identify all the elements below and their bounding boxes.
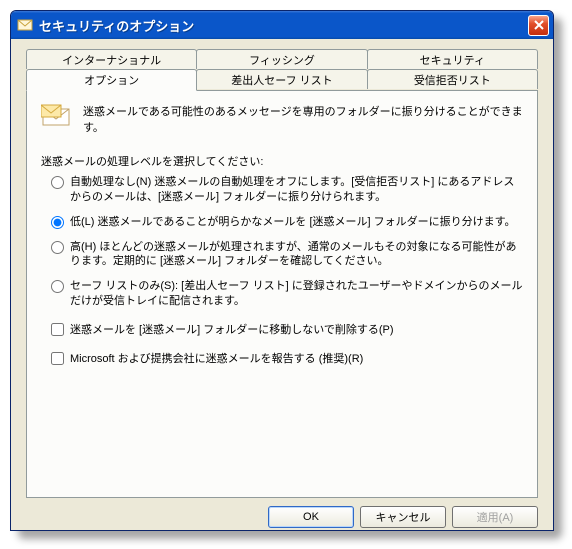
radio-none[interactable]: 自動処理なし(N) 迷惑メールの自動処理をオフにします。[受信拒否リスト] にあ…: [51, 175, 523, 205]
radio-low-label: 低(L) 迷惑メールであることが明らかなメールを [迷惑メール] フォルダーに振…: [70, 215, 523, 230]
tab-options[interactable]: オプション: [26, 69, 197, 91]
radio-high-input[interactable]: [51, 241, 64, 254]
tab-phishing[interactable]: フィッシング: [196, 49, 367, 69]
radio-none-label: 自動処理なし(N) 迷惑メールの自動処理をオフにします。[受信拒否リスト] にあ…: [70, 175, 523, 205]
button-row: OK キャンセル 適用(A): [26, 506, 538, 528]
tab-international[interactable]: インターナショナル: [26, 49, 197, 69]
radio-low[interactable]: 低(L) 迷惑メールであることが明らかなメールを [迷惑メール] フォルダーに振…: [51, 215, 523, 230]
apply-button[interactable]: 適用(A): [452, 506, 538, 528]
radio-high-label: 高(H) ほとんどの迷惑メールが処理されますが、通常のメールもその対象になる可能…: [70, 240, 523, 270]
window-title: セキュリティのオプション: [39, 16, 528, 35]
cancel-button[interactable]: キャンセル: [360, 506, 446, 528]
check-report[interactable]: Microsoft および提携会社に迷惑メールを報告する (推奨)(R): [51, 352, 523, 367]
ok-button[interactable]: OK: [268, 506, 354, 528]
check-report-input[interactable]: [51, 352, 64, 365]
radio-high[interactable]: 高(H) ほとんどの迷惑メールが処理されますが、通常のメールもその対象になる可能…: [51, 240, 523, 270]
client-area: インターナショナル フィッシング セキュリティ オプション 差出人セーフ リスト…: [14, 39, 550, 527]
level-label: 迷惑メールの処理レベルを選択してください:: [41, 153, 523, 169]
close-icon: [534, 20, 544, 30]
intro-row: 迷惑メールである可能性のあるメッセージを専用のフォルダーに振り分けることができま…: [41, 103, 523, 135]
check-report-label: Microsoft および提携会社に迷惑メールを報告する (推奨)(R): [70, 352, 363, 367]
titlebar[interactable]: セキュリティのオプション: [11, 11, 553, 39]
radio-low-input[interactable]: [51, 216, 64, 229]
radio-safelist-label: セーフ リストのみ(S): [差出人セーフ リスト] に登録されたユーザーやドメ…: [70, 279, 523, 309]
dialog-window: セキュリティのオプション インターナショナル フィッシング セキュリティ オプシ…: [10, 10, 554, 531]
radio-group-level: 自動処理なし(N) 迷惑メールの自動処理をオフにします。[受信拒否リスト] にあ…: [51, 175, 523, 309]
mail-icon: [41, 103, 73, 129]
intro-text: 迷惑メールである可能性のあるメッセージを専用のフォルダーに振り分けることができま…: [83, 103, 523, 135]
check-delete-label: 迷惑メールを [迷惑メール] フォルダーに移動しないで削除する(P): [70, 323, 394, 338]
app-icon: [17, 17, 33, 33]
radio-none-input[interactable]: [51, 176, 64, 189]
tabs-row-1: インターナショナル フィッシング セキュリティ: [26, 49, 538, 69]
check-delete-input[interactable]: [51, 323, 64, 336]
radio-safelist-input[interactable]: [51, 280, 64, 293]
tab-panel-options: 迷惑メールである可能性のあるメッセージを専用のフォルダーに振り分けることができま…: [26, 90, 538, 498]
radio-safelist[interactable]: セーフ リストのみ(S): [差出人セーフ リスト] に登録されたユーザーやドメ…: [51, 279, 523, 309]
check-delete[interactable]: 迷惑メールを [迷惑メール] フォルダーに移動しないで削除する(P): [51, 323, 523, 338]
tab-security[interactable]: セキュリティ: [367, 49, 538, 69]
close-button[interactable]: [528, 15, 549, 36]
tab-blocked-senders[interactable]: 受信拒否リスト: [367, 69, 538, 89]
tab-safe-senders[interactable]: 差出人セーフ リスト: [196, 69, 367, 89]
tabs-row-2: オプション 差出人セーフ リスト 受信拒否リスト: [26, 69, 538, 90]
